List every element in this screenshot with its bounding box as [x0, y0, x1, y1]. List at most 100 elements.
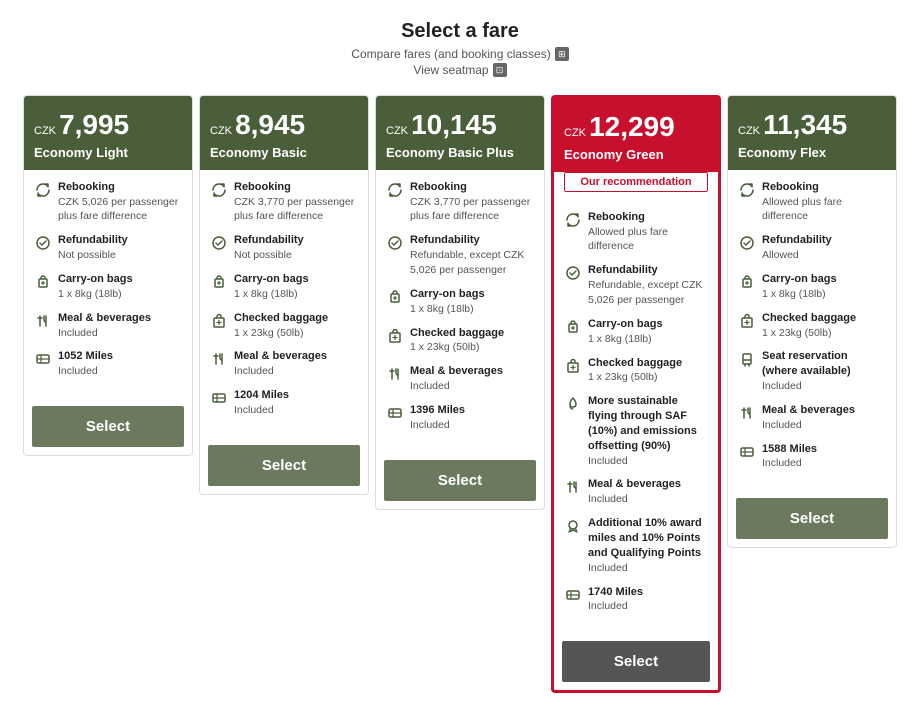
feature-item: Checked baggage 1 x 23kg (50lb): [564, 356, 708, 386]
miles-icon: [386, 404, 404, 422]
feature-title: Rebooking: [234, 180, 358, 195]
rebooking-icon: [564, 211, 582, 229]
feature-desc: Included: [588, 600, 628, 612]
feature-item: Meal & beverages Included: [34, 311, 182, 341]
feature-title: Rebooking: [58, 180, 182, 195]
fare-name: Economy Basic Plus: [386, 145, 534, 160]
meal-icon: [386, 365, 404, 383]
carry-on-icon: [738, 273, 756, 291]
feature-title: Meal & beverages: [58, 311, 151, 326]
card-header-economy-basic: CZK 8,945 Economy Basic: [200, 96, 368, 170]
feature-title: 1588 Miles: [762, 442, 817, 457]
feature-item: Refundability Refundable, except CZK 5,0…: [564, 263, 708, 308]
feature-title: 1204 Miles: [234, 388, 289, 403]
feature-title: Rebooking: [762, 180, 886, 195]
carry-on-icon: [34, 273, 52, 291]
feature-desc: Not possible: [58, 249, 116, 261]
feature-item: Carry-on bags 1 x 8kg (18lb): [34, 272, 182, 302]
feature-title: Checked baggage: [234, 311, 328, 326]
fare-card-economy-green: CZK 12,299 Economy Green Our recommendat…: [551, 95, 721, 693]
feature-title: Meal & beverages: [234, 349, 327, 364]
card-footer-economy-green: Select: [554, 633, 718, 690]
feature-title: Carry-on bags: [588, 317, 663, 332]
select-button-economy-light[interactable]: Select: [32, 406, 184, 447]
price-amount: 11,345: [763, 109, 847, 140]
feature-title: Seat reservation (where available): [762, 349, 886, 379]
select-button-economy-green[interactable]: Select: [562, 641, 710, 682]
feature-item: Meal & beverages Included: [564, 477, 708, 507]
feature-item: Additional 10% award miles and 10% Point…: [564, 516, 708, 575]
page-header: Select a fare Compare fares (and booking…: [20, 20, 900, 77]
feature-desc: Included: [762, 457, 802, 469]
price-amount: 8,945: [235, 109, 305, 140]
feature-item: Seat reservation (where available) Inclu…: [738, 349, 886, 394]
seatmap-link[interactable]: View seatmap ⊡: [20, 63, 900, 77]
fare-card-economy-basic-plus: CZK 10,145 Economy Basic Plus Rebooking …: [375, 95, 545, 510]
meal-icon: [34, 312, 52, 330]
fare-name: Economy Flex: [738, 145, 886, 160]
feature-title: 1740 Miles: [588, 585, 643, 600]
recommendation-badge: Our recommendation: [564, 172, 708, 192]
feature-title: Carry-on bags: [234, 272, 309, 287]
price-currency: CZK: [564, 127, 589, 139]
rebooking-icon: [210, 181, 228, 199]
feature-item: Rebooking CZK 5,026 per passenger plus f…: [34, 180, 182, 225]
feature-item: Checked baggage 1 x 23kg (50lb): [386, 326, 534, 356]
card-footer-economy-flex: Select: [728, 490, 896, 547]
select-button-economy-basic-plus[interactable]: Select: [384, 460, 536, 501]
baggage-icon: [738, 312, 756, 330]
card-body-economy-green: Rebooking Allowed plus fare difference R…: [554, 200, 718, 633]
rebooking-icon: [738, 181, 756, 199]
feature-desc: Allowed: [762, 249, 799, 261]
rebooking-icon: [34, 181, 52, 199]
feature-item: Checked baggage 1 x 23kg (50lb): [210, 311, 358, 341]
baggage-icon: [386, 327, 404, 345]
feature-desc: Allowed plus fare difference: [762, 196, 842, 223]
carry-on-icon: [386, 288, 404, 306]
refundability-icon: [210, 234, 228, 252]
feature-desc: Included: [762, 380, 802, 392]
feature-title: 1396 Miles: [410, 403, 465, 418]
meal-icon: [738, 404, 756, 422]
select-button-economy-flex[interactable]: Select: [736, 498, 888, 539]
price-currency: CZK: [386, 125, 411, 137]
feature-desc: Included: [58, 327, 98, 339]
feature-item: Carry-on bags 1 x 8kg (18lb): [210, 272, 358, 302]
card-body-economy-light: Rebooking CZK 5,026 per passenger plus f…: [24, 170, 192, 398]
price-amount: 12,299: [589, 111, 675, 142]
card-header-economy-light: CZK 7,995 Economy Light: [24, 96, 192, 170]
card-footer-economy-basic-plus: Select: [376, 452, 544, 509]
feature-desc: Included: [588, 493, 628, 505]
fare-card-economy-flex: CZK 11,345 Economy Flex Rebooking Allowe…: [727, 95, 897, 548]
carry-on-icon: [210, 273, 228, 291]
baggage-icon: [564, 357, 582, 375]
feature-item: Meal & beverages Included: [210, 349, 358, 379]
refundability-icon: [738, 234, 756, 252]
feature-desc: Included: [588, 562, 628, 574]
feature-desc: 1 x 8kg (18lb): [234, 288, 298, 300]
feature-item: Checked baggage 1 x 23kg (50lb): [738, 311, 886, 341]
feature-item: Meal & beverages Included: [386, 364, 534, 394]
seatmap-icon: ⊡: [493, 63, 507, 77]
card-body-economy-basic-plus: Rebooking CZK 3,770 per passenger plus f…: [376, 170, 544, 452]
miles-icon: [564, 586, 582, 604]
select-button-economy-basic[interactable]: Select: [208, 445, 360, 486]
feature-item: Refundability Refundable, except CZK 5,0…: [386, 233, 534, 278]
feature-title: Refundability: [58, 233, 128, 248]
feature-title: Refundability: [588, 263, 708, 278]
refundability-icon: [564, 264, 582, 282]
feature-item: Meal & beverages Included: [738, 403, 886, 433]
compare-icon[interactable]: ⊞: [555, 47, 569, 61]
price-currency: CZK: [738, 125, 763, 137]
carry-on-icon: [564, 318, 582, 336]
miles-icon: [210, 389, 228, 407]
feature-desc: 1 x 23kg (50lb): [588, 371, 657, 383]
baggage-icon: [210, 312, 228, 330]
feature-title: Rebooking: [588, 210, 708, 225]
feature-title: Checked baggage: [410, 326, 504, 341]
feature-item: Refundability Not possible: [34, 233, 182, 263]
page-title: Select a fare: [20, 20, 900, 43]
fare-name: Economy Green: [564, 147, 708, 162]
feature-item: 1588 Miles Included: [738, 442, 886, 472]
card-body-economy-basic: Rebooking CZK 3,770 per passenger plus f…: [200, 170, 368, 437]
